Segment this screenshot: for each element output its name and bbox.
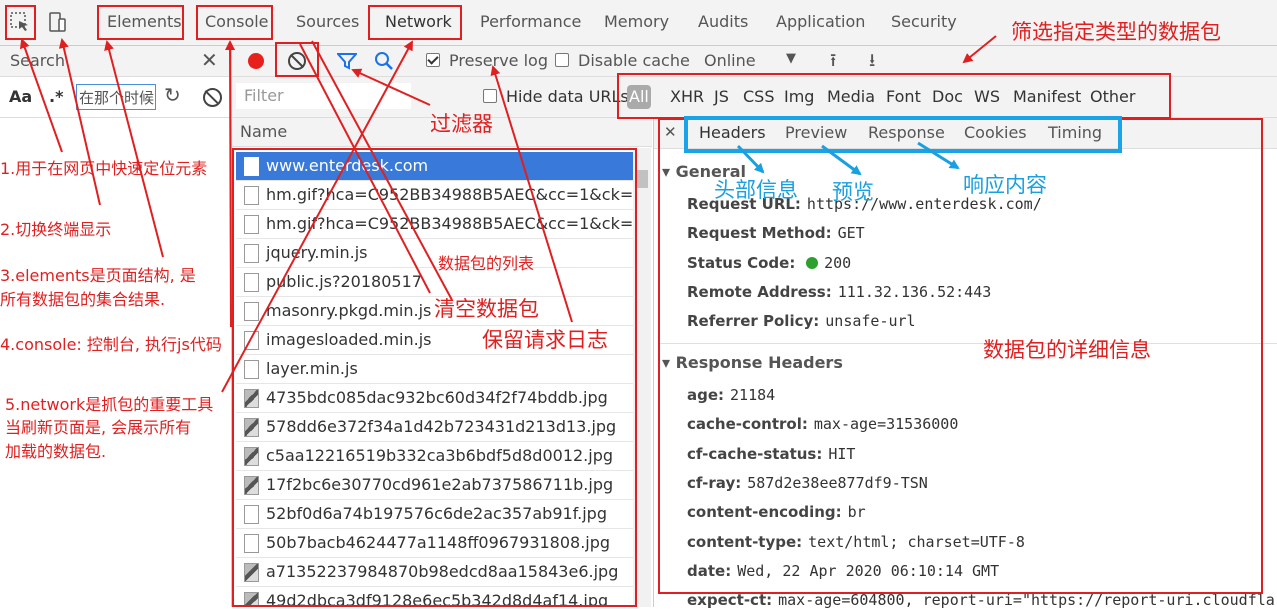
filter-placeholder: Filter	[244, 86, 284, 105]
annotation-filter-text: 过滤器	[430, 112, 493, 136]
tab-performance[interactable]: Performance	[480, 12, 581, 31]
annotation-network-text-2: 当刷新页面是, 会展示所有	[5, 418, 192, 437]
annotation-network-text-3: 加载的数据包.	[5, 442, 107, 461]
search-options-row: Aa .* 在那个时候 ↻	[0, 77, 231, 118]
annotation-network-text-1: 5.network是抓包的重要工具	[5, 395, 214, 414]
search-panel-header: Search ✕	[0, 46, 231, 77]
tab-application[interactable]: Application	[776, 12, 865, 31]
annotation-box-type-filters	[617, 73, 1171, 119]
annotation-box-elements	[97, 5, 184, 40]
annotation-type-filter-text: 筛选指定类型的数据包	[1011, 20, 1221, 44]
name-column-header[interactable]: Name	[240, 122, 287, 141]
preserve-log-checkbox[interactable]	[426, 53, 440, 67]
annotation-list-text: 数据包的列表	[438, 254, 535, 273]
search-panel	[0, 46, 232, 607]
annotation-elements-text-1: 3.elements是页面结构, 是	[0, 266, 196, 285]
disable-cache-label: Disable cache	[578, 51, 690, 70]
tab-sources[interactable]: Sources	[296, 12, 359, 31]
annotation-headers-text: 头部信息	[714, 178, 798, 202]
annotation-elements-text-2: 所有数据包的集合结果.	[0, 290, 166, 309]
record-icon[interactable]	[248, 53, 264, 69]
annotation-box-console	[196, 5, 273, 40]
chevron-down-icon[interactable]: ▼	[786, 51, 796, 66]
disable-cache-checkbox[interactable]	[555, 53, 569, 67]
match-case-button[interactable]: Aa	[9, 87, 32, 106]
clear-search-icon[interactable]	[203, 88, 222, 107]
hide-data-urls-label: Hide data URLs	[506, 87, 629, 106]
refresh-icon[interactable]: ↻	[164, 83, 181, 107]
annotation-box-clear	[275, 42, 319, 77]
preserve-log-label: Preserve log	[449, 51, 548, 70]
search-icon[interactable]	[374, 51, 394, 75]
search-panel-title: Search	[10, 51, 65, 70]
close-icon[interactable]: ✕	[201, 48, 218, 72]
throttle-select[interactable]: Online	[704, 51, 756, 70]
search-input-value: 在那个时候	[79, 89, 155, 107]
annotation-preserve-text: 保留请求日志	[482, 328, 608, 352]
tab-memory[interactable]: Memory	[604, 12, 669, 31]
annotation-console-text: 4.console: 控制台, 执行js代码	[0, 335, 222, 354]
hide-data-urls-checkbox[interactable]	[483, 89, 497, 103]
tab-security[interactable]: Security	[891, 12, 957, 31]
list-scrollbar-thumb[interactable]	[636, 170, 648, 188]
annotation-clear-text: 清空数据包	[434, 297, 539, 321]
device-toolbar-icon[interactable]	[45, 10, 69, 34]
search-input[interactable]: 在那个时候	[76, 84, 156, 110]
regex-button[interactable]: .*	[49, 87, 63, 106]
annotation-inspect-text: 1.用于在网页中快速定位元素	[0, 159, 208, 178]
annotation-box-inspect	[5, 5, 36, 40]
annotation-box-request-list	[232, 148, 637, 607]
annotation-device-text: 2.切换终端显示	[0, 220, 112, 239]
annotation-response-text: 响应内容	[963, 173, 1047, 197]
filter-icon[interactable]	[335, 52, 359, 74]
filter-input[interactable]: Filter	[236, 83, 411, 109]
annotation-details-text: 数据包的详细信息	[983, 338, 1151, 362]
annotation-box-network	[368, 5, 462, 40]
annotation-box-detail-tabs	[684, 116, 1122, 153]
tab-audits[interactable]: Audits	[698, 12, 748, 31]
annotation-preview-text: 预览	[832, 180, 874, 204]
